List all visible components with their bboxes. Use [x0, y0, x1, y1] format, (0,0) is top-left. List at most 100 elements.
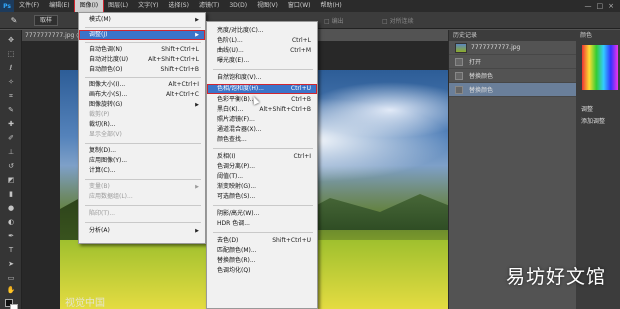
gradient-tool-icon[interactable]: ▮: [6, 190, 16, 199]
menu-item-apply-data-set: 应用数据组(L)...: [89, 193, 133, 200]
history-state-icon: [455, 85, 463, 94]
menu-item-color-balance[interactable]: 色彩平衡(B)... Ctrl+B: [207, 95, 317, 105]
menu-select[interactable]: 选择(S): [163, 0, 194, 12]
menu-item-curves[interactable]: 曲线(U)... Ctrl+M: [207, 46, 317, 56]
history-state-icon: [455, 57, 463, 66]
menu-item-hue-saturation[interactable]: 色相/饱和度(H)... Ctrl+U: [207, 84, 317, 94]
menu-item-equalize[interactable]: 色调均化(Q): [207, 266, 317, 276]
move-tool-icon[interactable]: ✥: [6, 36, 16, 45]
lasso-tool-icon[interactable]: ℓ: [6, 64, 16, 73]
menu-item-analysis[interactable]: 分析(A) ▶: [79, 226, 205, 236]
submenu-arrow-icon: ▶: [195, 32, 199, 38]
menu-item-canvas-size[interactable]: 画布大小(S)... Alt+Ctrl+C: [79, 90, 205, 100]
menu-item-brightness-contrast[interactable]: 亮度/对比度(C)...: [207, 26, 317, 36]
photo-watermark: 视觉中国: [65, 298, 105, 309]
history-state-icon: [455, 71, 463, 80]
history-state-selected[interactable]: 替换颜色: [449, 83, 576, 97]
menu-item-shadows-highlights[interactable]: 阴影/高光(W)...: [207, 209, 317, 219]
menu-item-replace-color[interactable]: 替换颜色(R)...: [207, 256, 317, 266]
document-tab[interactable]: 7777777777.jpg @ 84%: [22, 30, 80, 41]
hand-tool-icon[interactable]: ✋: [6, 286, 16, 295]
eyedropper-tool-icon[interactable]: ✎: [6, 106, 16, 115]
maximize-icon[interactable]: □: [597, 2, 604, 10]
brand-watermark: 易坊好文馆: [506, 266, 607, 288]
menu-item-hdr-toning[interactable]: HDR 色调...: [207, 219, 317, 229]
menu-item-vibrance[interactable]: 自然饱和度(V)...: [207, 73, 317, 83]
option-checkbox-1[interactable]: □ 编出: [324, 16, 344, 25]
menu-item-channel-mixer[interactable]: 通道混合器(X)...: [207, 125, 317, 135]
menu-edit[interactable]: 编辑(E): [44, 0, 74, 12]
crop-tool-icon[interactable]: ⌗: [6, 92, 16, 101]
adjustments-submenu: 亮度/对比度(C)... 色阶(L)... Ctrl+L 曲线(U)... Ctrl…: [206, 21, 318, 309]
color-spectrum[interactable]: [582, 45, 618, 90]
history-panel-title[interactable]: 历史记录: [449, 30, 576, 41]
eyedropper-icon[interactable]: ✎: [8, 15, 20, 26]
menu-item-match-color[interactable]: 匹配颜色(M)...: [207, 246, 317, 256]
menu-filter[interactable]: 滤镜(T): [194, 0, 224, 12]
menu-item-photo-filter[interactable]: 照片滤镜(F)...: [207, 115, 317, 125]
eraser-tool-icon[interactable]: ◩: [6, 176, 16, 185]
sample-size-select[interactable]: 取样: [34, 14, 59, 26]
brush-tool-icon[interactable]: ✐: [6, 134, 16, 143]
window-controls: — □ ×: [585, 2, 620, 10]
menu-item-duplicate[interactable]: 复制(D)...: [79, 146, 205, 156]
menu-item-threshold[interactable]: 阈值(T)...: [207, 172, 317, 182]
menu-item-mode[interactable]: 模式(M) ▶: [79, 15, 205, 25]
photoshop-logo: Ps: [0, 0, 14, 12]
adjustments-panel-tab[interactable]: 调整: [581, 104, 593, 113]
marquee-tool-icon[interactable]: ⬚: [6, 50, 16, 59]
history-snapshot[interactable]: 7777777777.jpg: [449, 41, 576, 55]
history-brush-icon[interactable]: ↺: [6, 162, 16, 171]
minimize-icon[interactable]: —: [585, 2, 592, 10]
menu-item-reveal-all: 显示全部(V): [89, 131, 122, 138]
menu-3d[interactable]: 3D(D): [224, 0, 252, 12]
menu-item-variables: 变量(B) ▶: [89, 183, 199, 190]
menu-image[interactable]: 图像(I): [73, 0, 105, 13]
menu-item-crop: 裁剪(P): [89, 111, 110, 118]
image-menu: 模式(M) ▶ 调整(J) ▶ 自动色调(N) Shift+Ctrl+L 自动对比度(…: [78, 12, 206, 244]
menu-item-desaturate[interactable]: 去色(D) Shift+Ctrl+U: [207, 236, 317, 246]
menu-window[interactable]: 窗口(W): [283, 0, 316, 12]
quick-select-tool-icon[interactable]: ✧: [6, 78, 16, 87]
pen-tool-icon[interactable]: ✒: [6, 232, 16, 241]
menu-view[interactable]: 视图(V): [252, 0, 283, 12]
background-color-swatch[interactable]: [10, 304, 18, 309]
menu-item-levels[interactable]: 色阶(L)... Ctrl+L: [207, 36, 317, 46]
close-icon[interactable]: ×: [608, 2, 614, 10]
menu-item-invert[interactable]: 反相(I) Ctrl+I: [207, 152, 317, 162]
menu-item-auto-color[interactable]: 自动颜色(O) Shift+Ctrl+B: [79, 65, 205, 75]
menu-item-trim[interactable]: 裁切(R)...: [79, 120, 205, 130]
stamp-tool-icon[interactable]: ⊥: [6, 148, 16, 157]
menu-file[interactable]: 文件(F): [14, 0, 44, 12]
menu-item-apply-image[interactable]: 应用图像(Y)...: [79, 156, 205, 166]
menu-item-selective-color[interactable]: 可选颜色(S)...: [207, 192, 317, 202]
history-state[interactable]: 打开: [449, 55, 576, 69]
menu-item-gradient-map[interactable]: 渐变映射(G)...: [207, 182, 317, 192]
menu-item-auto-tone[interactable]: 自动色调(N) Shift+Ctrl+L: [79, 45, 205, 55]
blur-tool-icon[interactable]: ●: [6, 204, 16, 213]
menu-item-image-rotation[interactable]: 图像旋转(G) ▶: [79, 100, 205, 110]
menu-item-color-lookup[interactable]: 颜色查找...: [207, 135, 317, 145]
shape-tool-icon[interactable]: ▭: [6, 274, 16, 283]
menu-item-auto-contrast[interactable]: 自动对比度(U) Alt+Shift+Ctrl+L: [79, 55, 205, 65]
menu-item-exposure[interactable]: 曝光度(E)...: [207, 56, 317, 66]
snapshot-label: 7777777777.jpg: [471, 44, 521, 51]
menu-item-black-white[interactable]: 黑白(K)... Alt+Shift+Ctrl+B: [207, 105, 317, 115]
history-state[interactable]: 替换颜色: [449, 69, 576, 83]
dodge-tool-icon[interactable]: ◐: [6, 218, 16, 227]
menu-type[interactable]: 文字(Y): [133, 0, 163, 12]
option-checkbox-2[interactable]: □ 对所连续: [382, 16, 414, 25]
history-state-label: 替换颜色: [469, 73, 494, 80]
history-state-label: 打开: [469, 59, 482, 66]
color-panel-tab[interactable]: 颜色: [576, 30, 620, 41]
menu-item-posterize[interactable]: 色调分离(P)...: [207, 162, 317, 172]
menu-item-calculations[interactable]: 计算(C)...: [79, 166, 205, 176]
healing-tool-icon[interactable]: ✚: [6, 120, 16, 129]
menu-item-adjustments[interactable]: 调整(J) ▶: [79, 30, 205, 40]
path-select-tool-icon[interactable]: ➤: [6, 260, 16, 269]
menu-item-image-size[interactable]: 图像大小(I)... Alt+Ctrl+I: [79, 80, 205, 90]
menu-help[interactable]: 帮助(H): [316, 0, 347, 12]
menu-item-trap: 陷印(T)...: [89, 210, 116, 217]
menu-layer[interactable]: 图层(L): [103, 0, 133, 12]
type-tool-icon[interactable]: T: [6, 246, 16, 255]
